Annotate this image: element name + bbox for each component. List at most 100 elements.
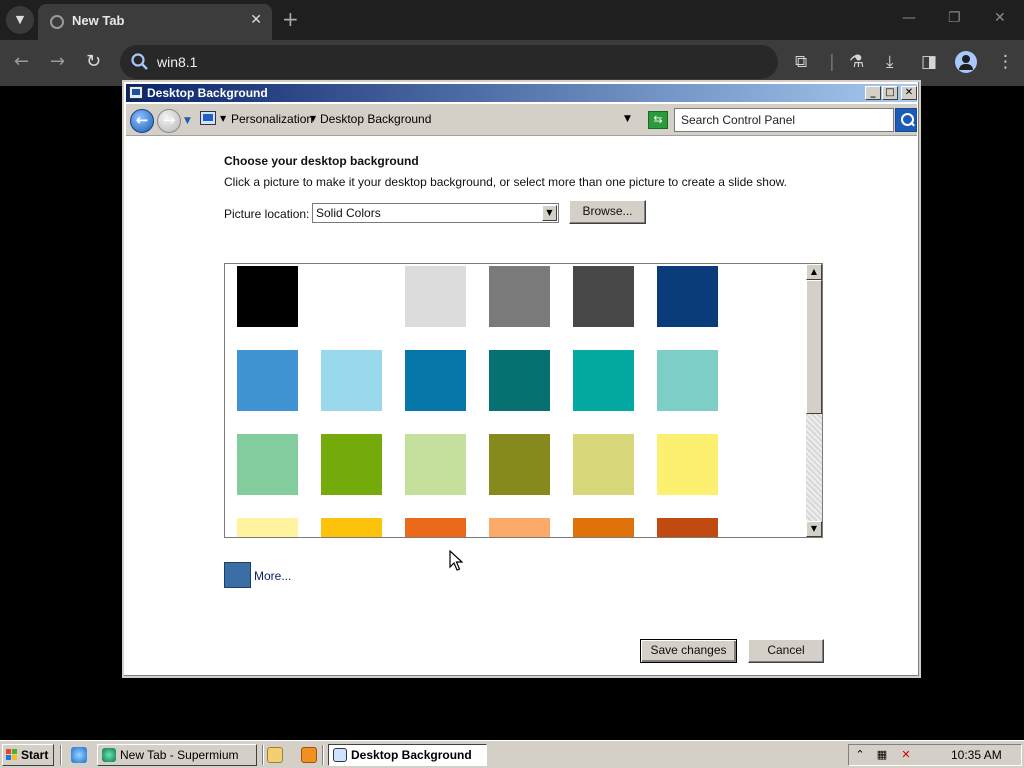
color-swatch[interactable] [321,518,382,537]
breadcrumb-desktop-background[interactable]: Desktop Background [320,112,431,126]
color-swatch[interactable] [489,266,550,327]
control-panel-icon [333,748,347,762]
maximize-button[interactable]: □ [882,86,898,100]
color-swatch[interactable] [321,350,382,411]
profile-avatar-icon[interactable] [955,51,977,73]
scrollbar-thumb[interactable] [806,280,822,414]
color-swatch[interactable] [657,350,718,411]
back-button[interactable]: ← [130,109,154,133]
start-button[interactable]: Start [2,744,54,766]
breadcrumb-personalization[interactable]: Personalization [231,112,313,126]
reload-icon[interactable]: ↻ [86,52,101,72]
color-swatch[interactable] [573,266,634,327]
color-swatch[interactable] [237,350,298,411]
extensions-icon[interactable]: ⧉ [795,52,807,72]
start-label: Start [21,748,49,762]
breadcrumb-arrow-icon[interactable]: ▼ [310,114,316,123]
minimize-button[interactable]: _ [865,86,881,100]
browse-button[interactable]: Browse... [569,200,646,224]
picture-location-select[interactable]: Solid Colors ▼ [312,203,559,223]
color-swatch[interactable] [573,434,634,495]
color-swatch[interactable] [489,350,550,411]
color-swatch[interactable] [573,518,634,537]
taskbar-item-desktop-background[interactable]: Desktop Background [328,744,487,766]
color-swatch[interactable] [237,518,298,537]
refresh-button[interactable]: ⇆ [648,111,668,129]
new-tab-button[interactable]: + [282,8,299,30]
picture-location-value: Solid Colors [316,206,381,220]
taskbar-item-label: New Tab - Supermium [120,748,239,762]
color-swatch[interactable] [405,434,466,495]
color-swatch-list: ▲ ▼ [224,263,823,538]
color-swatch[interactable] [321,434,382,495]
network-icon[interactable]: ▦ [875,748,889,762]
control-panel-icon [129,86,143,99]
color-swatch[interactable] [237,434,298,495]
color-swatch[interactable] [573,350,634,411]
windows-logo-icon [6,749,18,761]
color-swatch[interactable] [657,518,718,537]
taskbar-item-label: Desktop Background [351,748,472,762]
minimize-icon[interactable]: — [902,10,916,26]
address-text: win8.1 [157,54,198,70]
show-hidden-icons-icon[interactable]: ⌃ [853,748,867,762]
media-player-icon[interactable] [301,747,317,763]
color-swatch[interactable] [237,266,298,327]
breadcrumb-arrow-icon[interactable]: ▼ [220,114,226,123]
color-swatch[interactable] [405,518,466,537]
clock[interactable]: 10:35 AM [951,748,1002,762]
save-changes-button[interactable]: Save changes [640,639,737,663]
scroll-up-arrow-icon[interactable]: ▲ [806,264,822,280]
color-swatch[interactable] [489,434,550,495]
labs-flask-icon[interactable]: ⚗ [849,52,864,72]
volume-muted-icon[interactable]: ✕ [899,748,913,762]
search-icon [131,53,148,70]
side-panel-icon[interactable]: ◨ [921,52,937,72]
window-title-bar[interactable]: Desktop Background _ □ ✕ [126,84,917,102]
tab-new-tab[interactable]: New Tab ✕ [38,4,272,40]
mouse-cursor-icon [449,550,463,571]
folder-icon[interactable] [267,747,283,763]
cancel-button[interactable]: Cancel [748,639,824,663]
color-swatch[interactable] [405,266,466,327]
toolbar-divider: | [829,52,835,72]
close-icon[interactable]: ✕ [250,12,262,28]
taskbar-divider [262,745,264,765]
search-placeholder: Search Control Panel [681,113,796,127]
desktop-background-window: Desktop Background _ □ ✕ ← → ▼ ▼ Persona… [122,80,921,678]
internet-explorer-icon[interactable] [71,747,87,763]
color-swatch[interactable] [405,350,466,411]
color-swatch[interactable] [489,518,550,537]
system-tray: ⌃ ▦ ✕ 10:35 AM [848,744,1022,766]
menu-dots-icon[interactable]: ⋮ [997,52,1014,72]
chevron-down-icon[interactable]: ▼ [542,205,557,221]
page-heading: Choose your desktop background [224,154,419,168]
search-control-panel-input[interactable]: Search Control Panel [674,108,894,132]
globe-icon [50,15,64,29]
tab-search-button[interactable]: ▼ [6,6,34,34]
browser-tab-bar: ▼ New Tab ✕ + — ❐ ✕ [0,0,1024,40]
address-dropdown-icon[interactable]: ▼ [624,114,631,124]
forward-button[interactable]: → [157,109,181,133]
taskbar-item-new-tab[interactable]: New Tab - Supermium [97,744,257,766]
tab-title: New Tab [72,13,125,28]
download-icon[interactable]: ⤓ [886,52,894,72]
color-swatch[interactable] [657,266,718,327]
search-icon[interactable] [895,108,917,132]
more-color-swatch[interactable] [224,562,251,588]
restore-icon[interactable]: ❐ [948,10,961,26]
scroll-down-arrow-icon[interactable]: ▼ [806,521,822,537]
forward-arrow-icon[interactable]: → [50,52,65,72]
close-window-icon[interactable]: ✕ [994,10,1006,26]
color-swatch[interactable] [321,266,382,327]
recent-pages-arrow-icon[interactable]: ▼ [184,116,191,126]
breadcrumb[interactable]: ▼ Personalization ▼ Desktop Background ▼ [196,109,638,131]
back-arrow-icon[interactable]: ← [14,52,29,72]
taskbar-divider [60,745,62,765]
taskbar-divider [322,745,324,765]
address-bar[interactable]: win8.1 [120,45,778,79]
close-button[interactable]: ✕ [901,86,917,100]
color-swatch[interactable] [657,434,718,495]
more-colors-link[interactable]: More... [254,569,291,583]
vertical-scrollbar[interactable]: ▲ ▼ [806,264,822,537]
